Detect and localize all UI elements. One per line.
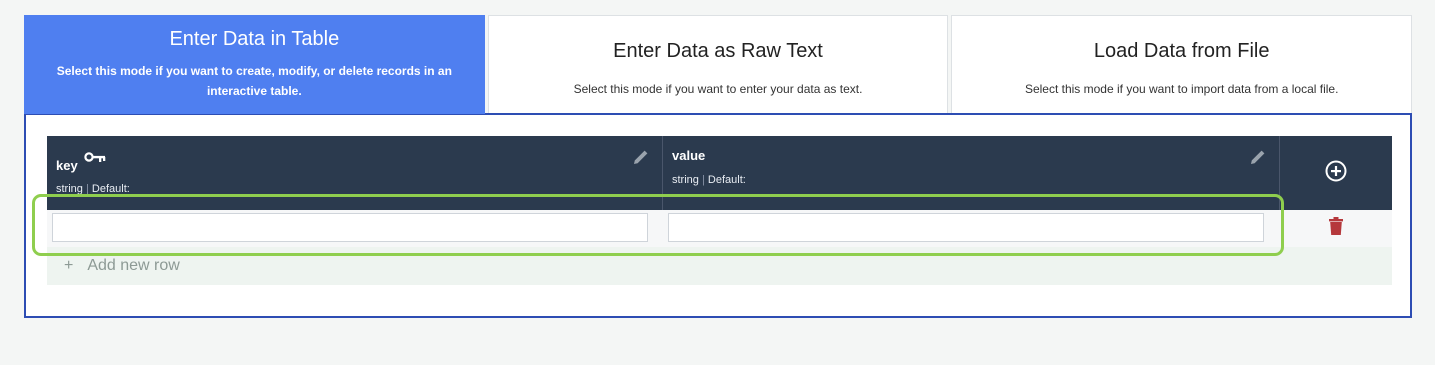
add-circle-icon (1324, 159, 1348, 188)
value-cell (663, 210, 1280, 247)
data-table: key string | Default: value string | Def… (47, 136, 1392, 285)
add-column-button[interactable] (1280, 136, 1392, 210)
tab-description: Select this mode if you want to import d… (1024, 82, 1339, 96)
key-icon (84, 152, 106, 167)
column-meta: string | Default: (56, 183, 130, 195)
edit-pencil-icon[interactable] (1249, 148, 1267, 171)
table-panel: key string | Default: value string | Def… (24, 113, 1412, 318)
tab-description: Select this mode if you want to create, … (56, 64, 452, 98)
column-header-key: key string | Default: (47, 136, 663, 210)
column-name: value (672, 148, 706, 163)
meta-separator: | (85, 183, 89, 195)
tab-enter-data-as-raw-text[interactable]: Enter Data as Raw Text Select this mode … (487, 15, 949, 114)
key-input[interactable] (52, 213, 648, 242)
mode-tabs: Enter Data in Table Select this mode if … (24, 15, 1413, 114)
trash-icon (1329, 217, 1343, 240)
delete-row-button[interactable] (1280, 210, 1392, 247)
key-cell (47, 210, 663, 247)
column-type: string (672, 174, 699, 186)
column-type: string (56, 183, 83, 195)
column-default: Default: (707, 174, 746, 186)
table-header: key string | Default: value string | Def… (47, 136, 1392, 210)
column-header-value: value string | Default: (663, 136, 1280, 210)
meta-separator: | (701, 174, 705, 186)
plus-icon: + (64, 257, 74, 274)
tab-description: Select this mode if you want to enter yo… (573, 82, 863, 96)
table-row (47, 210, 1392, 247)
column-default: Default: (91, 183, 130, 195)
tab-title: Enter Data in Table (169, 28, 340, 50)
column-name: key (56, 158, 78, 173)
tab-load-data-from-file[interactable]: Load Data from File Select this mode if … (951, 15, 1413, 114)
add-new-row-button[interactable]: + Add new row (47, 247, 1392, 285)
tab-title: Enter Data as Raw Text (613, 40, 823, 62)
tab-title: Load Data from File (1093, 40, 1270, 62)
tab-enter-data-in-table[interactable]: Enter Data in Table Select this mode if … (24, 15, 485, 114)
value-input[interactable] (668, 213, 1264, 242)
column-meta: string | Default: (672, 174, 746, 186)
add-row-label: Add new row (87, 257, 180, 274)
edit-pencil-icon[interactable] (632, 148, 650, 171)
